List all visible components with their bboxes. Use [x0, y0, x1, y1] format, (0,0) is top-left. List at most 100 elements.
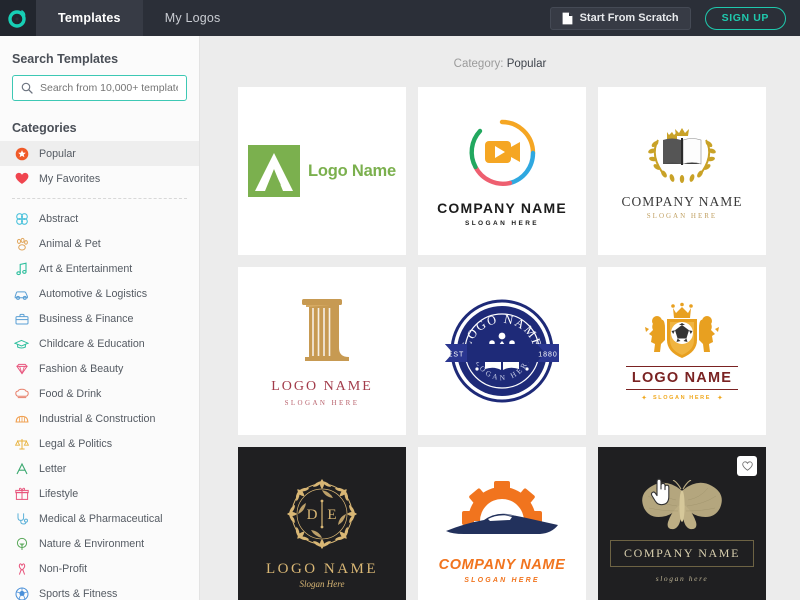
- sidebar-item-food-drink[interactable]: Food & Drink: [0, 381, 199, 406]
- sidebar-item-automotive-logistics[interactable]: Automotive & Logistics: [0, 281, 199, 306]
- sidebar-item-popular[interactable]: Popular: [0, 141, 199, 166]
- scales-icon: [14, 436, 29, 451]
- categories-title: Categories: [0, 101, 199, 141]
- template-slogan: SLOGAN HERE: [439, 577, 566, 584]
- template-slogan: SLOGAN HERE: [622, 212, 743, 220]
- template-card-video-camera[interactable]: COMPANY NAME SLOGAN HERE: [418, 87, 586, 255]
- sidebar-item-letter-label: Letter: [39, 463, 66, 475]
- ribbon-icon: [14, 561, 29, 576]
- heart-icon: [14, 171, 29, 186]
- sidebar-item-non-profit[interactable]: Non-Profit: [0, 556, 199, 581]
- sign-up-button[interactable]: SIGN UP: [705, 7, 786, 30]
- sidebar-item-sports-fitness[interactable]: Sports & Fitness: [0, 581, 199, 600]
- template-name: COMPANY NAME: [437, 200, 567, 216]
- video-camera-ring-icon: [465, 116, 539, 190]
- start-from-scratch-label: Start From Scratch: [580, 12, 679, 24]
- template-grid: Logo Name COMPANY NAME SLOGAN HERE: [200, 70, 800, 600]
- diamond-icon: [14, 361, 29, 376]
- tab-templates-label: Templates: [58, 11, 121, 25]
- tab-templates[interactable]: Templates: [36, 0, 143, 36]
- template-card-butterfly[interactable]: COMPANY NAME slogan here: [598, 447, 766, 600]
- car-icon: [14, 286, 29, 301]
- search-icon: [21, 82, 33, 94]
- circular-badge-icon: ·LOGO NAME· SLOGAN HERE: [437, 286, 567, 416]
- sidebar-item-art-entertainment[interactable]: Art & Entertainment: [0, 256, 199, 281]
- sidebar-item-popular-label: Popular: [39, 148, 76, 160]
- sidebar-item-food-drink-label: Food & Drink: [39, 388, 101, 400]
- template-card-lion-crest[interactable]: LOGO NAME ✦ SLOGAN HERE ✦: [598, 267, 766, 435]
- butterfly-name-box: COMPANY NAME: [610, 540, 754, 567]
- start-from-scratch-button[interactable]: Start From Scratch: [550, 7, 691, 30]
- sign-up-label: SIGN UP: [722, 12, 769, 24]
- ornate-monogram-icon: D E: [281, 473, 363, 555]
- sidebar-item-medical-pharmaceutical[interactable]: Medical & Pharmaceutical: [0, 506, 199, 531]
- template-name: COMPANY NAME: [624, 546, 740, 561]
- template-name: COMPANY NAME: [622, 194, 743, 210]
- search-input[interactable]: [40, 82, 178, 94]
- sidebar-item-abstract-label: Abstract: [39, 213, 78, 225]
- template-card-car-gear[interactable]: COMPANY NAME SLOGAN HERE: [418, 447, 586, 600]
- template-card-column-letter-l[interactable]: LOGO NAME SLOGAN HERE: [238, 267, 406, 435]
- gift-icon: [14, 486, 29, 501]
- sidebar-item-letter[interactable]: Letter: [0, 456, 199, 481]
- favorite-button[interactable]: [737, 456, 757, 476]
- sidebar: Search Templates Categories Popular My F…: [0, 36, 200, 600]
- category-prefix: Category:: [454, 58, 504, 70]
- abstract-knot-icon: [14, 211, 29, 226]
- sidebar-item-animal-pet[interactable]: Animal & Pet: [0, 231, 199, 256]
- briefcase-icon: [14, 311, 29, 326]
- star-right-icon: ✦: [717, 394, 723, 402]
- sidebar-item-business-finance[interactable]: Business & Finance: [0, 306, 199, 331]
- template-slogan: SLOGAN HERE: [271, 399, 373, 407]
- tab-my-logos-label: My Logos: [165, 11, 221, 25]
- sidebar-item-my-favorites[interactable]: My Favorites: [0, 166, 199, 191]
- template-card-monogram-de[interactable]: D E LOGO NAME Slogan Here D|E: [238, 447, 406, 600]
- sidebar-item-nature-environment[interactable]: Nature & Environment: [0, 531, 199, 556]
- sidebar-item-industrial-construction-label: Industrial & Construction: [39, 413, 155, 425]
- sidebar-divider: [12, 198, 187, 199]
- svg-text:D: D: [307, 507, 318, 523]
- book-crown-laurel-icon: [639, 122, 725, 188]
- sidebar-item-animal-pet-label: Animal & Pet: [39, 238, 101, 250]
- category-name: Popular: [507, 58, 547, 70]
- chef-hat-icon: [14, 386, 29, 401]
- sidebar-item-childcare-education[interactable]: Childcare & Education: [0, 331, 199, 356]
- search-templates-title: Search Templates: [0, 36, 199, 66]
- star-badge-icon: [14, 146, 29, 161]
- brand-logo[interactable]: [0, 0, 36, 36]
- graduation-cap-icon: [14, 336, 29, 351]
- sidebar-item-lifestyle-label: Lifestyle: [39, 488, 78, 500]
- sidebar-item-non-profit-label: Non-Profit: [39, 563, 87, 575]
- search-box[interactable]: [12, 75, 187, 101]
- sidebar-item-art-entertainment-label: Art & Entertainment: [39, 263, 132, 275]
- template-card-circle-badge[interactable]: ·LOGO NAME· SLOGAN HERE: [418, 267, 586, 435]
- sidebar-item-industrial-construction[interactable]: Industrial & Construction: [0, 406, 199, 431]
- sidebar-item-fashion-beauty-label: Fashion & Beauty: [39, 363, 123, 375]
- tab-my-logos[interactable]: My Logos: [143, 0, 243, 36]
- template-card-mountain-green[interactable]: Logo Name: [238, 87, 406, 255]
- sidebar-item-legal-politics[interactable]: Legal & Politics: [0, 431, 199, 456]
- sidebar-item-fashion-beauty[interactable]: Fashion & Beauty: [0, 356, 199, 381]
- tree-icon: [14, 536, 29, 551]
- svg-text:1880: 1880: [538, 352, 558, 359]
- sidebar-item-legal-politics-label: Legal & Politics: [39, 438, 112, 450]
- sidebar-item-lifestyle[interactable]: Lifestyle: [0, 481, 199, 506]
- mountain-a-icon: [248, 145, 300, 197]
- heart-outline-icon: [742, 461, 753, 471]
- paw-icon: [14, 236, 29, 251]
- main-content: Category: Popular Logo Name: [200, 36, 800, 600]
- logo-mark-icon: [8, 8, 28, 28]
- sidebar-item-medical-pharmaceutical-label: Medical & Pharmaceutical: [39, 513, 163, 525]
- search-container: [0, 66, 199, 101]
- car-gear-icon: [440, 479, 564, 553]
- template-card-book-crown[interactable]: COMPANY NAME SLOGAN HERE: [598, 87, 766, 255]
- stethoscope-icon: [14, 511, 29, 526]
- template-name: Logo Name: [308, 162, 396, 181]
- header-actions: Start From Scratch SIGN UP: [550, 0, 800, 36]
- header-spacer: [243, 0, 550, 36]
- sidebar-item-business-finance-label: Business & Finance: [39, 313, 133, 325]
- soccer-ball-icon: [14, 586, 29, 600]
- sidebar-item-abstract[interactable]: Abstract: [0, 206, 199, 231]
- butterfly-icon: [636, 480, 728, 534]
- music-note-icon: [14, 261, 29, 276]
